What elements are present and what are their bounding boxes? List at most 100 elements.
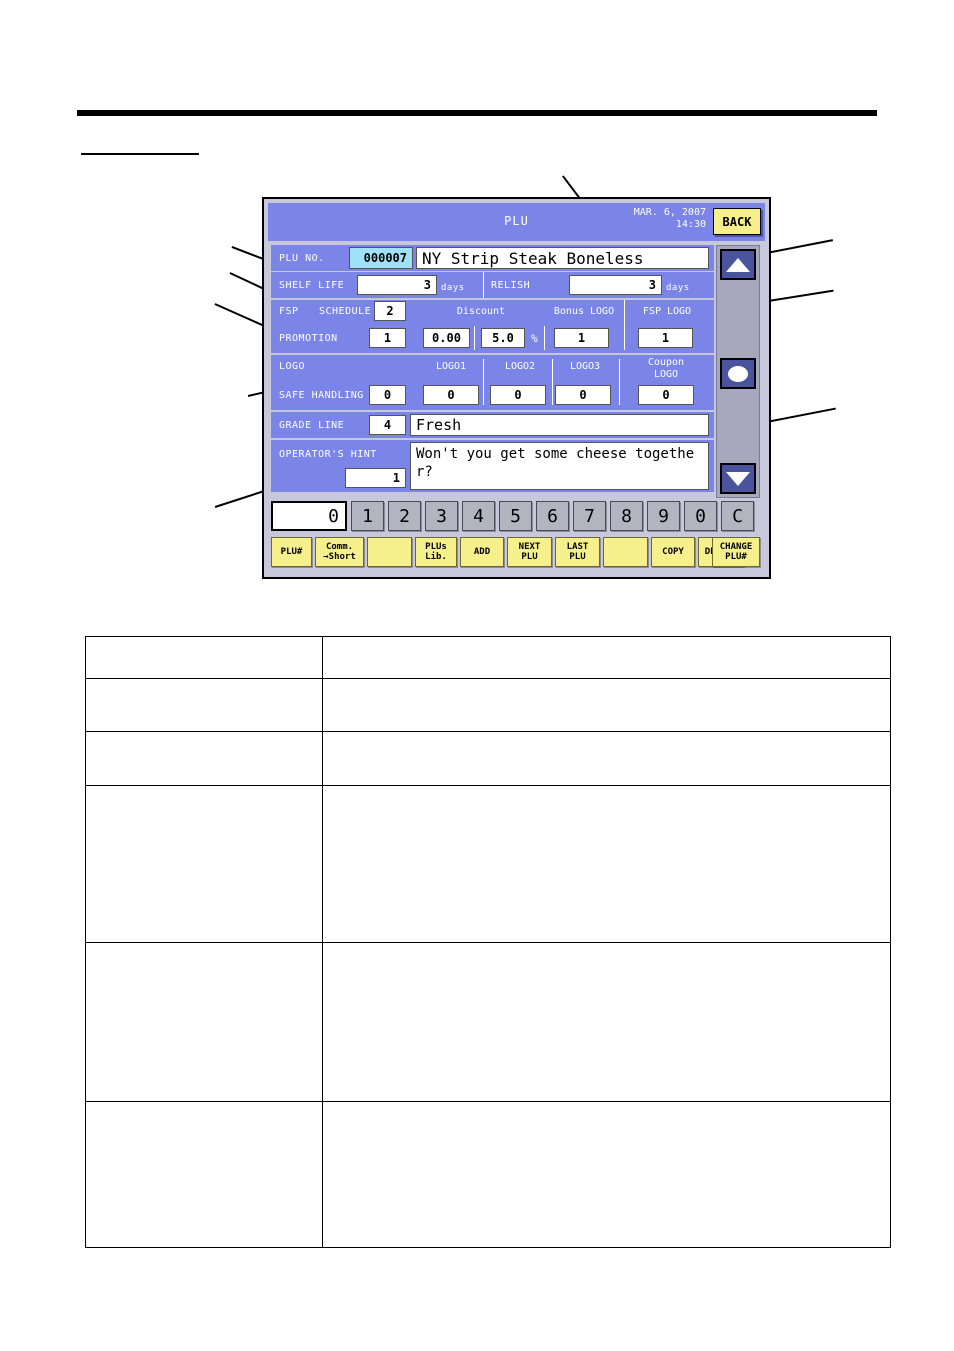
add-button[interactable]: ADD <box>460 537 504 567</box>
scroll-down-button[interactable] <box>720 463 756 494</box>
device-display-area: PLU MAR. 6, 2007 14:30 BACK PLU NO. 0000… <box>268 203 765 573</box>
plu-name-field[interactable]: NY Strip Steak Boneless <box>416 247 709 269</box>
logo-label: LOGO <box>279 361 306 372</box>
key-6[interactable]: 6 <box>536 501 569 531</box>
last-plu-button-line2: PLU <box>569 552 586 562</box>
blank-button-1[interactable] <box>367 537 412 567</box>
logo3-divider <box>619 359 620 405</box>
function-button-row: PLU# Comm. →Short PLUs Lib. ADD NEXT PLU… <box>271 537 760 569</box>
discount-label: Discount <box>456 306 506 317</box>
screen-date: MAR. 6, 2007 <box>633 207 706 218</box>
copy-button[interactable]: COPY <box>651 537 695 567</box>
next-plu-button[interactable]: NEXT PLU <box>507 537 552 567</box>
plus-library-button-line2: Lib. <box>425 552 447 562</box>
triangle-up-icon <box>726 257 750 272</box>
screen-body: PLU NO. 000007 NY Strip Steak Boneless S… <box>268 243 765 573</box>
key-2[interactable]: 2 <box>388 501 421 531</box>
add-button-line1: ADD <box>473 547 491 557</box>
key-8[interactable]: 8 <box>610 501 643 531</box>
table-cell-term <box>85 678 323 732</box>
table-cell-description <box>322 1101 891 1248</box>
relish-field[interactable]: 3 <box>569 275 662 295</box>
grade-line-text-field[interactable]: Fresh <box>410 414 709 436</box>
row-shelf-life-relish: SHELF LIFE 3 days RELISH 3 days <box>271 272 714 298</box>
key-clear[interactable]: C <box>721 501 754 531</box>
key-5[interactable]: 5 <box>499 501 532 531</box>
triangle-down-icon <box>726 471 750 486</box>
plu-number-button[interactable]: PLU# <box>271 537 312 567</box>
relish-label: RELISH <box>491 280 531 291</box>
discount-divider <box>474 326 475 350</box>
table-cell-term <box>85 942 323 1102</box>
operators-hint-label: OPERATOR'S HINT <box>279 449 377 460</box>
operators-hint-text-field[interactable]: Won't you get some cheese together? <box>410 442 709 490</box>
row-logo-group: LOGO SAFE HANDLING 0 LOGO1 0 LOGO2 0 LOG… <box>271 355 714 410</box>
shelf-life-label: SHELF LIFE <box>279 280 345 291</box>
plu-terminal-screen: PLU MAR. 6, 2007 14:30 BACK PLU NO. 0000… <box>262 197 771 579</box>
plus-library-button[interactable]: PLUs Lib. <box>415 537 457 567</box>
last-plu-button[interactable]: LAST PLU <box>555 537 600 567</box>
fsp-label: FSP <box>279 306 299 317</box>
key-9[interactable]: 9 <box>647 501 680 531</box>
percent-divider <box>544 326 545 350</box>
screen-time: 14:30 <box>675 219 706 230</box>
table-cell-description <box>322 785 891 943</box>
fsp-logo-field[interactable]: 1 <box>638 328 693 348</box>
keypad-display[interactable]: 0 <box>271 501 347 531</box>
comm-short-button-line1: Comm. <box>325 542 354 552</box>
coupon-logo-field[interactable]: 0 <box>638 385 694 405</box>
row-grade-line: GRADE LINE 4 Fresh <box>271 412 714 438</box>
plu-form-area: PLU NO. 000007 NY Strip Steak Boneless S… <box>271 245 714 498</box>
logo1-field[interactable]: 0 <box>423 385 479 405</box>
scroll-up-button[interactable] <box>720 249 756 280</box>
grade-line-number-field[interactable]: 4 <box>369 415 406 435</box>
logo3-field[interactable]: 0 <box>555 385 611 405</box>
key-1[interactable]: 1 <box>351 501 384 531</box>
grade-line-label: GRADE LINE <box>279 420 345 431</box>
comm-short-button[interactable]: Comm. →Short <box>315 537 364 567</box>
numeric-keypad: 0 1 2 3 4 5 6 7 8 9 0 C <box>271 501 760 533</box>
scrollbar-strip[interactable] <box>716 245 760 498</box>
table-row <box>85 1101 891 1248</box>
safe-handling-field[interactable]: 0 <box>369 385 406 405</box>
scroll-page-button[interactable] <box>720 358 756 389</box>
table-row <box>85 731 891 786</box>
discount-amount-field[interactable]: 0.00 <box>423 328 470 348</box>
table-row <box>85 678 891 732</box>
table-cell-term <box>85 785 323 943</box>
row-divider <box>483 272 484 298</box>
table-cell-term <box>85 636 323 679</box>
shelf-life-field[interactable]: 3 <box>357 275 437 295</box>
discount-percent-field[interactable]: 5.0 <box>481 328 525 348</box>
percent-sign: % <box>531 332 538 345</box>
change-plu-number-button[interactable]: CHANGE PLU# <box>712 537 760 567</box>
fsp-schedule-field[interactable]: 2 <box>374 301 406 321</box>
table-cell-term <box>85 1101 323 1248</box>
table-row <box>85 785 891 943</box>
plu-no-field[interactable]: 000007 <box>349 247 413 269</box>
logo3-label: LOGO3 <box>569 361 601 372</box>
logo2-field[interactable]: 0 <box>490 385 546 405</box>
key-4[interactable]: 4 <box>462 501 495 531</box>
comm-short-button-line2: →Short <box>323 552 356 562</box>
plu-number-button-line1: PLU# <box>280 547 303 557</box>
key-3[interactable]: 3 <box>425 501 458 531</box>
key-0[interactable]: 0 <box>684 501 717 531</box>
next-plu-button-line2: PLU <box>521 552 538 562</box>
bonus-logo-field[interactable]: 1 <box>554 328 609 348</box>
operators-hint-number-field[interactable]: 1 <box>345 468 406 488</box>
screen-title-bar: PLU MAR. 6, 2007 14:30 BACK <box>268 203 765 241</box>
row-operators-hint: OPERATOR'S HINT 1 Won't you get some che… <box>271 440 714 492</box>
blank-button-2[interactable] <box>603 537 648 567</box>
change-plu-number-button-line1: CHANGE <box>719 542 753 552</box>
section-heading-underline <box>81 153 199 155</box>
promotion-field[interactable]: 1 <box>369 328 406 348</box>
next-plu-button-line1: NEXT <box>518 542 541 552</box>
plus-library-button-line1: PLUs <box>425 542 447 552</box>
bonus-divider <box>624 300 625 350</box>
back-button[interactable]: BACK <box>713 208 761 235</box>
row-fsp-group: FSP SCHEDULE 2 PROMOTION 1 Discount 0.00… <box>271 300 714 353</box>
relish-unit: days <box>666 283 690 293</box>
key-7[interactable]: 7 <box>573 501 606 531</box>
coupon-logo-label-line2: LOGO <box>653 369 679 380</box>
